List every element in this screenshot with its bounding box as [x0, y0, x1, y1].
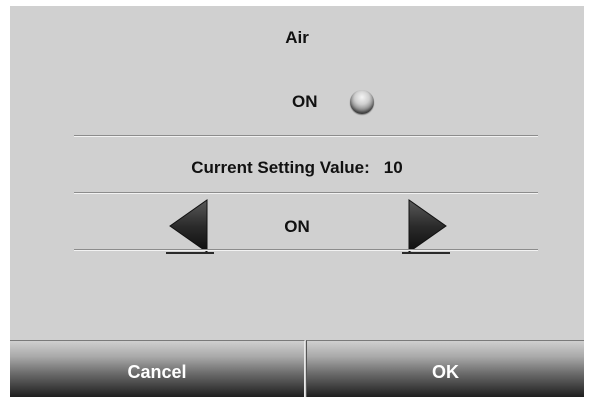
divider-middle: [74, 192, 538, 194]
current-setting-row: Current Setting Value: 10: [10, 158, 584, 178]
status-label: ON: [292, 92, 318, 111]
triangle-right-icon: [402, 199, 450, 254]
divider-top: [74, 135, 538, 137]
setting-screen: Air ON Current Setting Value: 10 ON Canc…: [10, 6, 584, 397]
next-value-button[interactable]: [400, 197, 452, 257]
footer-bar: Cancel OK: [10, 340, 584, 397]
cancel-button[interactable]: Cancel: [10, 340, 305, 397]
ok-button[interactable]: OK: [306, 340, 584, 397]
radio-indicator-icon: [350, 90, 374, 114]
status-row: ON: [10, 90, 584, 114]
page-title: Air: [285, 28, 309, 47]
current-setting-label: Current Setting Value:: [191, 158, 370, 177]
selector-value: ON: [284, 217, 310, 236]
divider-bottom: [74, 249, 538, 251]
current-setting-value: 10: [383, 158, 403, 177]
